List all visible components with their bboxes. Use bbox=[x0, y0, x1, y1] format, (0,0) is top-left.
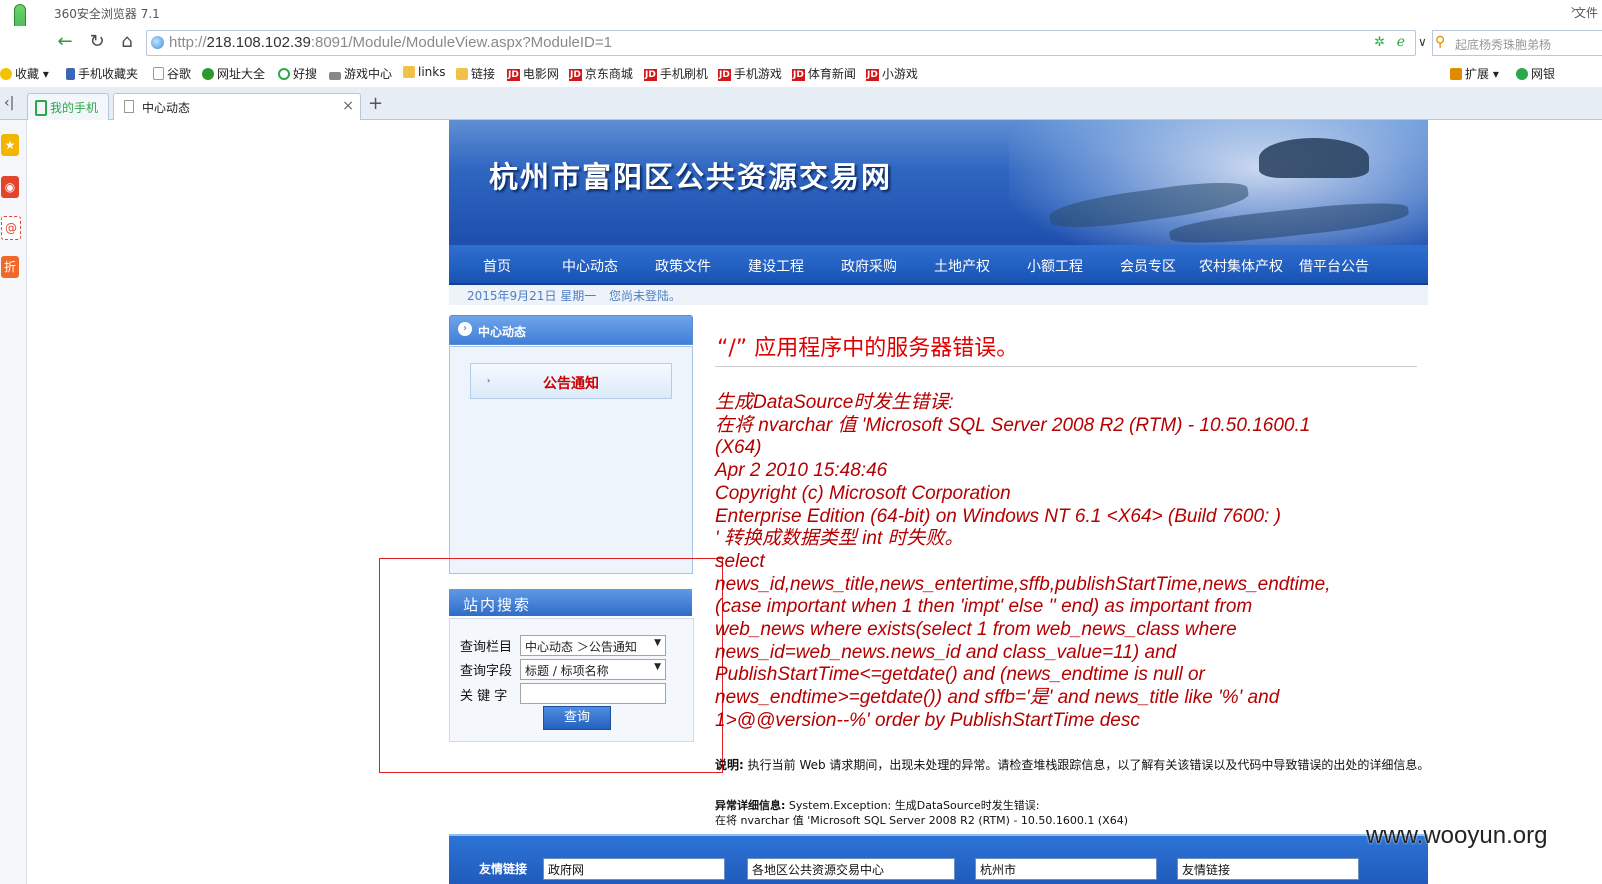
left-panel: › 公告通知 bbox=[449, 346, 693, 574]
bookmark-google[interactable]: 谷歌 bbox=[153, 65, 191, 82]
nav-platform-notice[interactable]: 借平台公告 bbox=[1299, 256, 1369, 276]
discount-icon[interactable]: 折 bbox=[1, 256, 19, 278]
file-menu[interactable]: 文件 bbox=[1574, 4, 1598, 21]
folder-icon bbox=[403, 66, 415, 78]
nav-construction[interactable]: 建设工程 bbox=[748, 256, 804, 276]
bookmarks-bar: 收藏 ▾ 手机收藏夹 谷歌 网址大全 好搜 游戏中心 links 链接 JD 电影… bbox=[0, 59, 1602, 85]
new-tab-button[interactable]: + bbox=[368, 93, 383, 114]
error-message: 生成DataSource时发生错误: 在将 nvarchar 值 'Micros… bbox=[715, 392, 1331, 731]
bookmark-game-center[interactable]: 游戏中心 bbox=[329, 65, 392, 82]
search-icon bbox=[278, 68, 290, 80]
page-icon bbox=[124, 100, 134, 113]
site-globe-icon bbox=[151, 36, 164, 49]
footer-label: 友情链接 bbox=[479, 862, 528, 876]
bookmark-jd-mall[interactable]: JD 京东商城 bbox=[569, 65, 633, 82]
address-dropdown-icon[interactable]: ∨ bbox=[1418, 35, 1427, 49]
nav-procurement[interactable]: 政府采购 bbox=[841, 256, 897, 276]
address-bar[interactable]: http://218.108.102.39:8091/Module/Module… bbox=[146, 30, 1416, 56]
nav-small-projects[interactable]: 小额工程 bbox=[1027, 256, 1083, 276]
title-bar: 360安全浏览器 7.1 › 文件 bbox=[0, 0, 1602, 26]
bookmark-links-cn[interactable]: 链接 bbox=[456, 65, 495, 82]
error-title: “/” 应用程序中的服务器错误。 bbox=[717, 336, 1019, 361]
star-icon bbox=[0, 68, 12, 80]
jd-icon: JD bbox=[644, 69, 657, 81]
bookmark-favorites[interactable]: 收藏 ▾ bbox=[0, 65, 49, 82]
shield-icon bbox=[1516, 68, 1528, 80]
jd-icon: JD bbox=[866, 69, 879, 81]
tab-center-news[interactable]: 中心动态 × bbox=[113, 93, 361, 121]
bookmark-sports-news[interactable]: JD 体育新闻 bbox=[792, 65, 856, 82]
search-icon: ⚲ bbox=[1435, 34, 1446, 50]
chevron-right-icon: › bbox=[458, 322, 472, 336]
nav-land[interactable]: 土地产权 bbox=[934, 256, 990, 276]
bookmark-phone-flash[interactable]: JD 手机刷机 bbox=[644, 65, 708, 82]
speed-mode-icon[interactable]: ✲ bbox=[1374, 35, 1385, 50]
nav-policy[interactable]: 政策文件 bbox=[655, 256, 711, 276]
site-title: 杭州市富阳区公共资源交易网 bbox=[489, 160, 893, 194]
left-panel-header: › 中心动态 bbox=[449, 315, 693, 345]
home-icon[interactable]: ⌂ bbox=[114, 29, 140, 55]
online-bank-button[interactable]: 网银 bbox=[1516, 65, 1555, 82]
divider bbox=[715, 366, 1417, 367]
footer-links-band: 友情链接 政府网 各地区公共资源交易中心 杭州市 友情链接 bbox=[449, 834, 1428, 884]
browser-sidebar: ★ ◉ @ 折 bbox=[0, 120, 27, 884]
tab-bar: ‹| 我的手机 中心动态 × + bbox=[0, 87, 1602, 121]
island-graphic bbox=[1259, 138, 1369, 178]
jd-icon: JD bbox=[507, 69, 520, 81]
tab-my-phone[interactable]: 我的手机 bbox=[27, 93, 109, 120]
bookmark-movie[interactable]: JD 电影网 bbox=[507, 65, 559, 82]
footer-select-regions[interactable]: 各地区公共资源交易中心 bbox=[747, 858, 955, 880]
phone-icon bbox=[66, 68, 75, 80]
bookmark-mini-games[interactable]: JD 小游戏 bbox=[866, 65, 918, 82]
nav-home[interactable]: 首页 bbox=[483, 256, 511, 276]
bookmark-url-directory[interactable]: 网址大全 bbox=[202, 65, 265, 82]
nav-center-news[interactable]: 中心动态 bbox=[562, 256, 618, 276]
refresh-icon[interactable]: ↻ bbox=[84, 29, 110, 55]
close-tab-icon[interactable]: × bbox=[342, 98, 354, 114]
search-input[interactable]: ⚲ 起底杨秀珠胞弟杨 bbox=[1432, 30, 1602, 56]
bookmark-mobile-games[interactable]: JD 手机游戏 bbox=[718, 65, 782, 82]
main-nav: 首页 中心动态 政策文件 建设工程 政府采购 土地产权 小额工程 会员专区 农村… bbox=[449, 245, 1428, 285]
jd-icon: JD bbox=[718, 69, 731, 81]
footer-select-links[interactable]: 友情链接 bbox=[1177, 858, 1359, 880]
highlight-box bbox=[379, 558, 723, 773]
compat-mode-icon[interactable]: ℯ bbox=[1397, 34, 1405, 50]
back-icon[interactable]: ← bbox=[52, 29, 78, 55]
current-date: 2015年9月21日 星期一 bbox=[467, 289, 597, 303]
extensions-button[interactable]: 扩展 ▾ bbox=[1450, 65, 1499, 82]
weibo-icon[interactable]: ◉ bbox=[1, 176, 19, 198]
date-bar: 2015年9月21日 星期一 您尚未登陆。 bbox=[449, 285, 1428, 305]
jd-icon: JD bbox=[792, 69, 805, 81]
address-url[interactable]: http://218.108.102.39:8091/Module/Module… bbox=[169, 34, 612, 51]
gamepad-icon bbox=[329, 72, 341, 80]
site-banner: 杭州市富阳区公共资源交易网 bbox=[449, 120, 1428, 245]
phone-icon bbox=[35, 100, 47, 116]
web-page: 杭州市富阳区公共资源交易网 首页 中心动态 政策文件 建设工程 政府采购 土地产… bbox=[27, 120, 1602, 884]
error-description: 说明: 执行当前 Web 请求期间，出现未处理的异常。请检查堆栈跟踪信息，以了解… bbox=[715, 758, 1430, 772]
page-icon bbox=[153, 67, 164, 80]
footer-select-city[interactable]: 杭州市 bbox=[975, 858, 1157, 880]
exception-details: 异常详细信息: System.Exception: 生成DataSource时发… bbox=[715, 799, 1129, 827]
navigation-bar: ← ↻ ⌂ http://218.108.102.39:8091/Module/… bbox=[0, 26, 1602, 58]
watermark: www.wooyun.org bbox=[1366, 822, 1548, 849]
window-title: 360安全浏览器 7.1 bbox=[54, 7, 160, 21]
bookmark-links[interactable]: links bbox=[403, 65, 445, 79]
nav-members[interactable]: 会员专区 bbox=[1120, 256, 1176, 276]
bookmark-haosou[interactable]: 好搜 bbox=[278, 65, 317, 82]
favorites-icon[interactable]: ★ bbox=[1, 134, 19, 156]
folder-icon bbox=[456, 68, 468, 80]
login-status[interactable]: 您尚未登陆。 bbox=[609, 287, 681, 304]
nav-rural-property[interactable]: 农村集体产权 bbox=[1199, 256, 1283, 276]
puzzle-icon bbox=[1450, 68, 1462, 80]
bookmark-mobile-favorites[interactable]: 手机收藏夹 bbox=[66, 65, 138, 82]
jd-icon: JD bbox=[569, 69, 582, 81]
mail-icon[interactable]: @ bbox=[1, 216, 21, 240]
footer-select-gov[interactable]: 政府网 bbox=[543, 858, 725, 880]
collapse-sidebar-icon[interactable]: ‹| bbox=[4, 95, 14, 111]
sidebar-item-announcements[interactable]: › 公告通知 bbox=[470, 363, 672, 399]
globe-icon bbox=[202, 68, 214, 80]
